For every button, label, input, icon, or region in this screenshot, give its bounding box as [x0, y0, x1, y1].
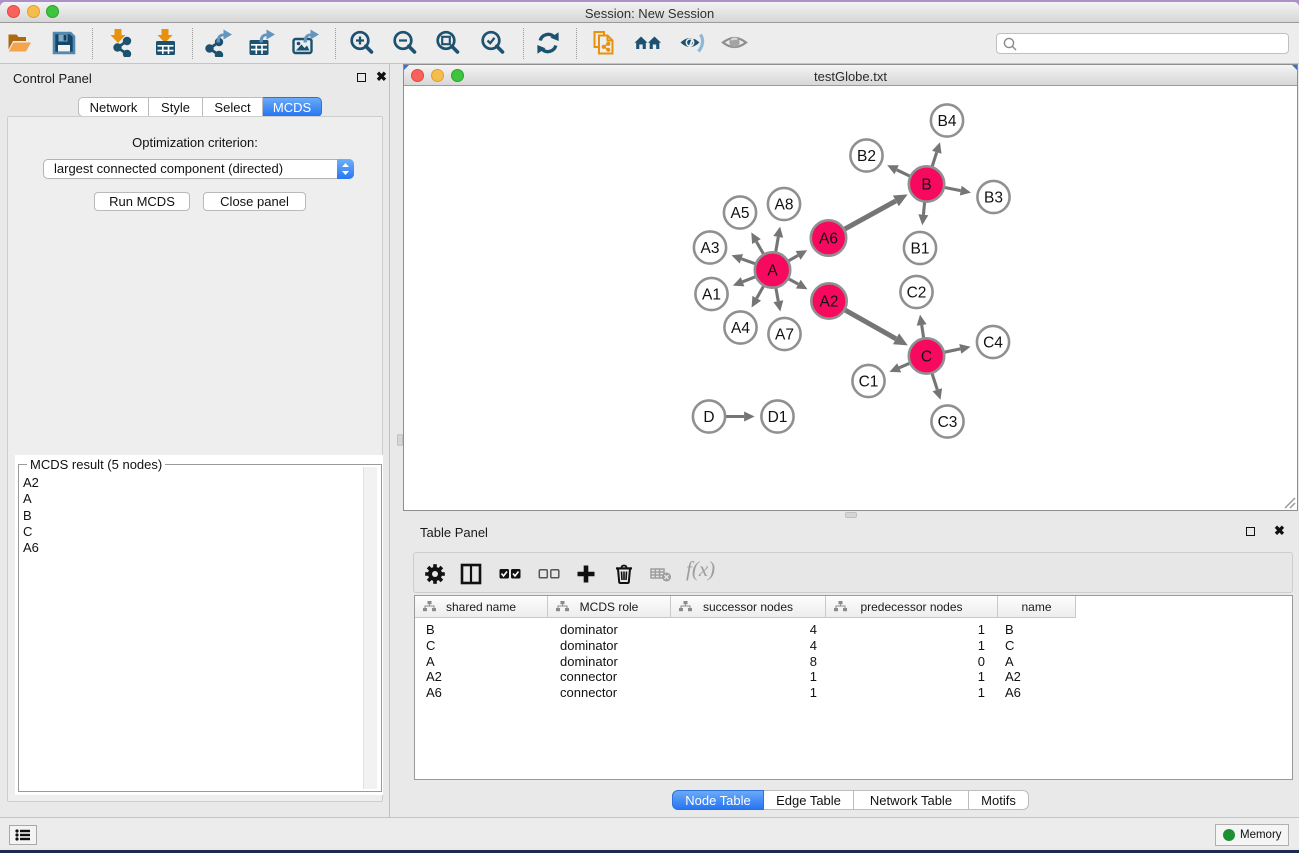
- svg-text:C2: C2: [907, 285, 927, 302]
- svg-text:C3: C3: [938, 414, 958, 431]
- svg-text:D1: D1: [768, 409, 788, 426]
- svg-text:C1: C1: [859, 374, 879, 391]
- svg-text:D: D: [703, 409, 714, 426]
- svg-text:B3: B3: [984, 190, 1003, 207]
- svg-text:B4: B4: [938, 113, 957, 130]
- svg-text:A1: A1: [702, 287, 721, 304]
- svg-text:B2: B2: [857, 148, 876, 165]
- svg-text:C: C: [921, 349, 932, 366]
- svg-text:B: B: [921, 177, 931, 194]
- svg-text:B1: B1: [911, 241, 930, 258]
- svg-text:C4: C4: [983, 335, 1003, 352]
- svg-text:A7: A7: [775, 327, 794, 344]
- svg-text:A5: A5: [731, 205, 750, 222]
- svg-text:A3: A3: [701, 240, 720, 257]
- svg-text:A2: A2: [820, 294, 839, 311]
- svg-text:A6: A6: [819, 231, 838, 248]
- svg-text:A: A: [767, 263, 778, 280]
- svg-text:A4: A4: [731, 320, 750, 337]
- svg-text:A8: A8: [775, 197, 794, 214]
